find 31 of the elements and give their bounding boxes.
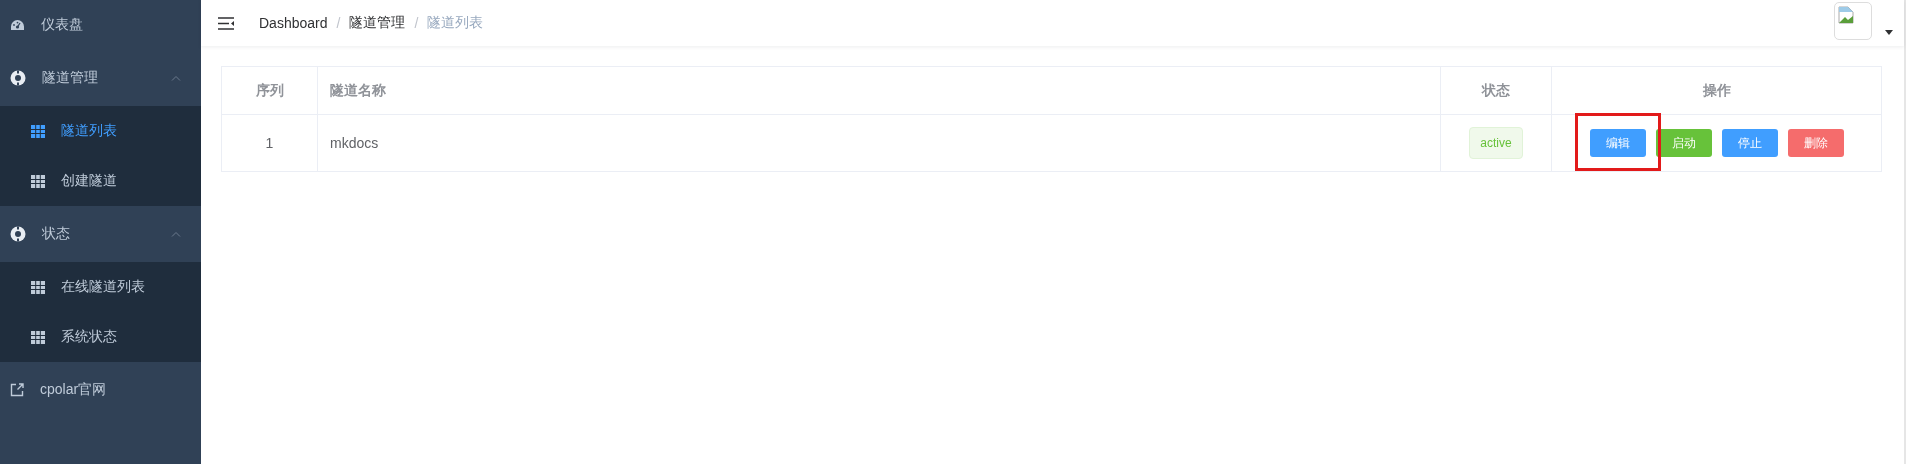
gauge-icon (10, 18, 25, 32)
breadcrumb-separator: / (336, 15, 341, 31)
breadcrumb-item: 隧道列表 (427, 14, 484, 32)
breadcrumb-item[interactable]: 隧道管理 (349, 14, 406, 32)
table-icon (31, 174, 45, 188)
lifebuoy-icon (10, 226, 26, 242)
column-header: 序列 (221, 66, 318, 115)
caret-down-icon[interactable] (1885, 30, 1893, 35)
avatar-image[interactable] (1834, 2, 1872, 40)
sidebar-item[interactable]: 仪表盘 (0, 0, 201, 50)
sidebar-subitem[interactable]: 在线隧道列表 (0, 262, 201, 312)
sidebar-subitem[interactable]: 隧道列表 (0, 106, 201, 156)
column-header: 操作 (1551, 66, 1882, 115)
table-icon (31, 280, 45, 294)
column-header: 隧道名称 (317, 66, 1441, 115)
sidebar-subitem[interactable]: 创建隧道 (0, 156, 201, 206)
breadcrumb-item[interactable]: Dashboard (259, 15, 328, 31)
table-cell: 1 (221, 114, 318, 172)
menu-icon[interactable] (218, 16, 234, 30)
table-cell: mkdocs (317, 114, 1441, 172)
table-icon (31, 330, 45, 344)
table-icon (31, 124, 45, 138)
sidebar-item[interactable]: 隧道管理 (0, 50, 201, 106)
column-header: 状态 (1440, 66, 1552, 115)
sidebar-item[interactable]: 状态 (0, 206, 201, 262)
sidebar-item[interactable]: cpolar官网 (0, 362, 201, 418)
external-link-icon (10, 383, 24, 397)
sidebar-subitem[interactable]: 系统状态 (0, 312, 201, 362)
status-tag: active (1469, 127, 1523, 159)
breadcrumb-separator: / (414, 15, 419, 31)
lifebuoy-icon (10, 70, 26, 86)
